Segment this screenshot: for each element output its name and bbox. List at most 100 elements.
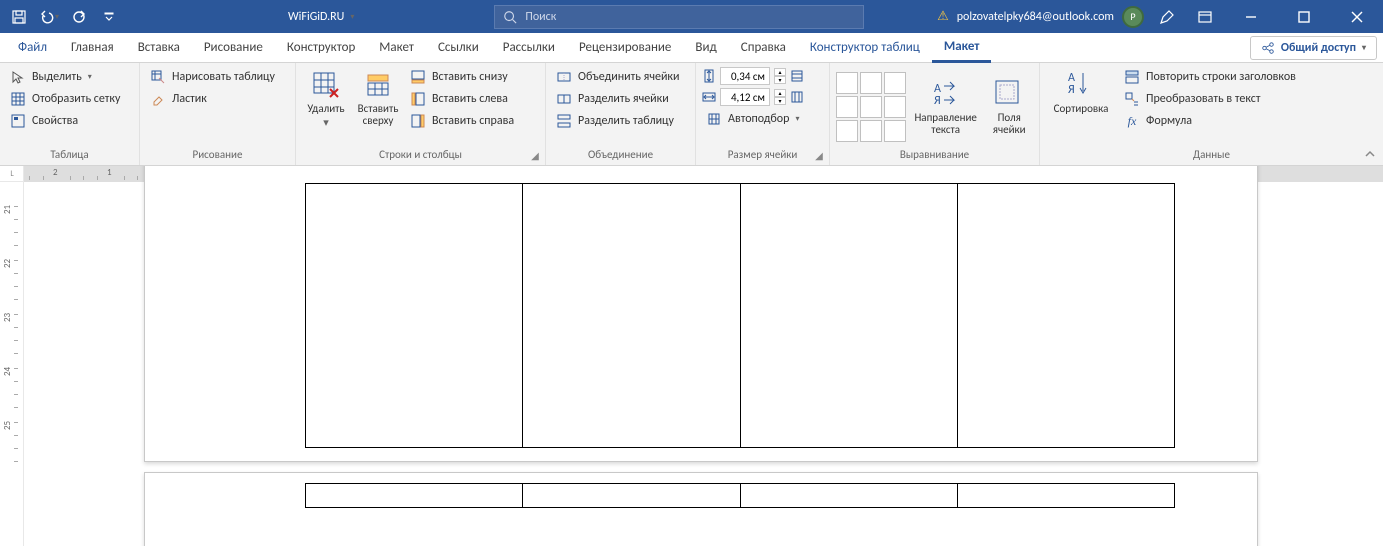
tab-references[interactable]: Ссылки [426, 33, 491, 63]
warning-icon[interactable]: ⚠ [937, 9, 949, 24]
tab-table-layout[interactable]: Макет [932, 33, 992, 63]
table-1[interactable] [305, 183, 1175, 448]
tab-draw[interactable]: Рисование [192, 33, 275, 63]
formula-button[interactable]: fxФормула [1120, 111, 1300, 131]
formula-icon: fx [1124, 113, 1140, 129]
undo-button[interactable]: ▾ [36, 4, 62, 30]
quick-access-toolbar: ▾ [0, 4, 128, 30]
align-top-right[interactable] [884, 72, 906, 94]
save-button[interactable] [6, 4, 32, 30]
share-button[interactable]: Общий доступ▾ [1250, 36, 1377, 60]
cursor-icon [10, 69, 26, 85]
tab-insert[interactable]: Вставка [126, 33, 192, 63]
group-table: Выделить▾ Отобразить сетку Свойства Табл… [0, 63, 140, 165]
document-title[interactable]: WiFiGiD.RU▾ [288, 10, 354, 24]
redo-button[interactable] [66, 4, 92, 30]
align-bot-left[interactable] [836, 120, 858, 142]
tab-layout[interactable]: Макет [367, 33, 426, 63]
height-down[interactable]: ▾ [774, 76, 786, 84]
group-rows-cols: Удалить▾ Вставить сверху Вставить снизу … [296, 63, 546, 165]
tab-help[interactable]: Справка [729, 33, 798, 63]
page-2 [144, 472, 1258, 546]
tab-home[interactable]: Главная [59, 33, 126, 63]
ribbon-display-button[interactable] [1190, 0, 1220, 33]
align-mid-left[interactable] [836, 96, 858, 118]
properties-icon [10, 113, 26, 129]
autofit-icon [706, 111, 722, 127]
collapse-ribbon-button[interactable] [1363, 147, 1377, 161]
align-bot-right[interactable] [884, 120, 906, 142]
vertical-ruler[interactable]: L 2122232425 [0, 166, 24, 546]
insert-right-button[interactable]: Вставить справа [406, 111, 518, 131]
group-label-data: Данные [1046, 146, 1377, 165]
maximize-button[interactable] [1281, 0, 1326, 33]
height-up[interactable]: ▴ [774, 68, 786, 76]
insert-left-icon [410, 91, 426, 107]
table-2[interactable] [305, 483, 1175, 508]
split-table-button[interactable]: Разделить таблицу [552, 111, 683, 131]
ruler-corner[interactable]: L [0, 166, 24, 182]
repeat-headers-icon [1124, 69, 1140, 85]
align-top-left[interactable] [836, 72, 858, 94]
user-email[interactable]: polzovatelpky684@outlook.com [957, 10, 1114, 24]
rows-cols-launcher[interactable]: ◢ [528, 148, 542, 162]
merge-cells-icon [556, 69, 572, 85]
tab-view[interactable]: Вид [683, 33, 728, 63]
sort-icon: АЯ [1065, 69, 1097, 101]
qat-customize-button[interactable] [96, 4, 122, 30]
convert-to-text-button[interactable]: Преобразовать в текст [1120, 89, 1300, 109]
distribute-rows-icon[interactable] [790, 69, 804, 83]
merge-cells-button[interactable]: Объединить ячейки [552, 67, 683, 87]
col-width-field[interactable]: ▴▾ [702, 88, 804, 106]
align-top-center[interactable] [860, 72, 882, 94]
tab-table-design[interactable]: Конструктор таблиц [798, 33, 932, 63]
repeat-headers-button[interactable]: Повторить строки заголовков [1120, 67, 1300, 87]
eraser-button[interactable]: Ластик [146, 89, 279, 109]
cell-size-launcher[interactable]: ◢ [812, 148, 826, 162]
group-label-draw: Рисование [146, 146, 289, 165]
minimize-button[interactable] [1228, 0, 1273, 33]
view-gridlines-button[interactable]: Отобразить сетку [6, 89, 124, 109]
group-draw: Нарисовать таблицу Ластик Рисование [140, 63, 296, 165]
properties-button[interactable]: Свойства [6, 111, 124, 131]
insert-below-button[interactable]: Вставить снизу [406, 67, 518, 87]
titlebar-right: ⚠ polzovatelpky684@outlook.com P [937, 0, 1383, 33]
tab-file[interactable]: Файл [6, 33, 59, 63]
distribute-cols-icon[interactable] [790, 90, 804, 104]
text-direction-button[interactable]: AЯНаправление текста [910, 76, 981, 138]
width-down[interactable]: ▾ [774, 97, 786, 105]
select-button[interactable]: Выделить▾ [6, 67, 124, 87]
search-box[interactable]: Поиск [494, 5, 864, 29]
close-button[interactable] [1334, 0, 1379, 33]
row-height-field[interactable]: ▴▾ [702, 67, 804, 85]
tab-design[interactable]: Конструктор [275, 33, 367, 63]
col-width-input[interactable] [720, 88, 770, 106]
align-mid-right[interactable] [884, 96, 906, 118]
group-merge: Объединить ячейки Разделить ячейки Разде… [546, 63, 696, 165]
cell-margins-button[interactable]: Поля ячейки [985, 76, 1033, 138]
tab-mailings[interactable]: Рассылки [491, 33, 567, 63]
tab-review[interactable]: Рецензирование [567, 33, 683, 63]
eraser-icon [150, 91, 166, 107]
ribbon-tabs: Файл Главная Вставка Рисование Конструкт… [0, 33, 1383, 63]
insert-left-button[interactable]: Вставить слева [406, 89, 518, 109]
workspace: L 2122232425 321123456789101112131415161… [0, 166, 1383, 546]
delete-icon [310, 69, 342, 101]
delete-button[interactable]: Удалить▾ [302, 67, 350, 131]
sort-button[interactable]: АЯСортировка [1046, 67, 1116, 117]
align-mid-center[interactable] [860, 96, 882, 118]
split-table-icon [556, 113, 572, 129]
width-up[interactable]: ▴ [774, 89, 786, 97]
align-bot-center[interactable] [860, 120, 882, 142]
autofit-button[interactable]: Автоподбор▾ [702, 109, 804, 129]
group-cell-size: ▴▾ ▴▾ Автоподбор▾ Размер ячейки ◢ [696, 63, 830, 165]
draw-table-button[interactable]: Нарисовать таблицу [146, 67, 279, 87]
group-data: АЯСортировка Повторить строки заголовков… [1040, 63, 1383, 165]
document-area[interactable] [24, 182, 1383, 546]
row-height-input[interactable] [720, 67, 770, 85]
user-avatar[interactable]: P [1122, 6, 1144, 28]
pen-mode-button[interactable] [1152, 0, 1182, 33]
split-cells-button[interactable]: Разделить ячейки [552, 89, 683, 109]
search-icon [503, 10, 517, 24]
insert-above-button[interactable]: Вставить сверху [354, 67, 402, 129]
